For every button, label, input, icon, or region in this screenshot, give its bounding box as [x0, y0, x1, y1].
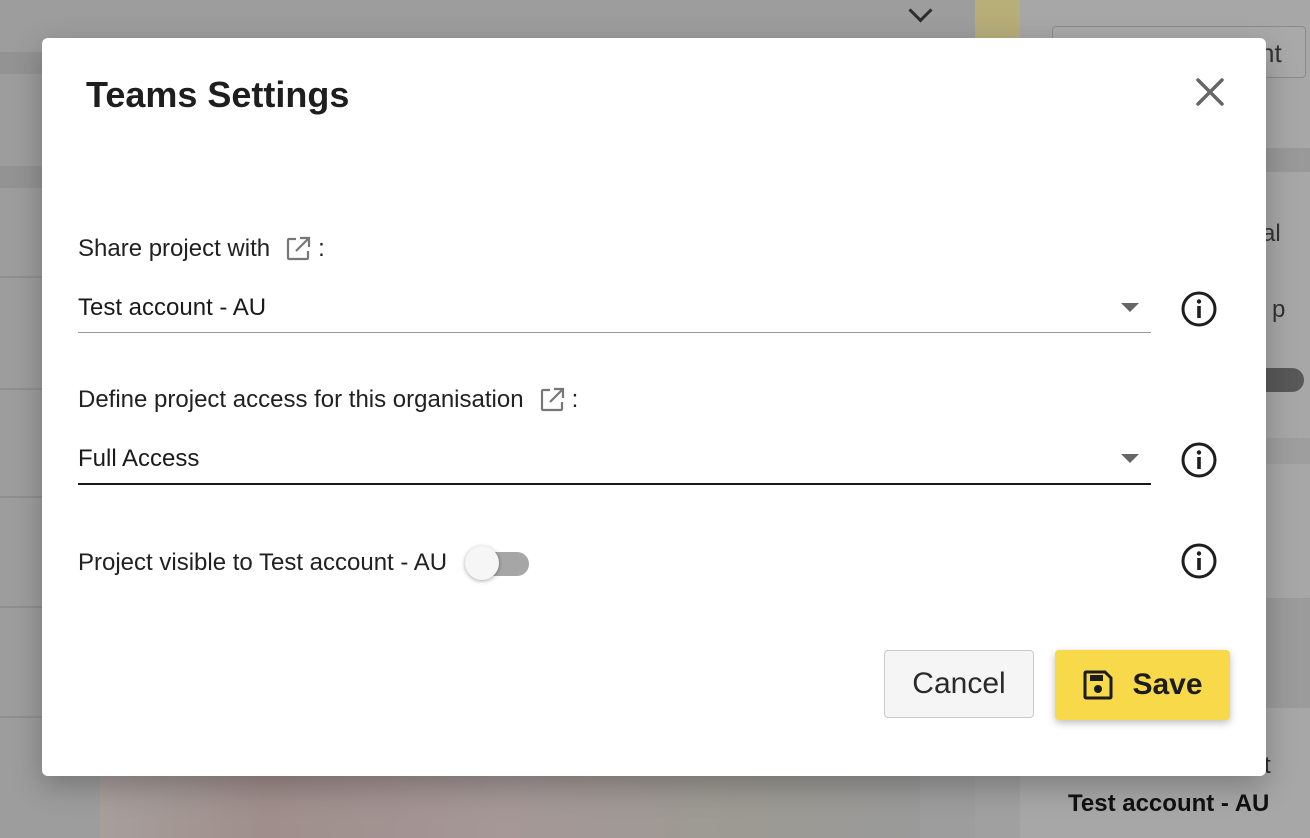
share-project-select[interactable]: Test account - AU [78, 286, 1151, 333]
project-access-label: Define project access for this organisat… [78, 386, 578, 414]
label-colon: : [571, 386, 579, 413]
background-org-name: Test account - AU [1068, 790, 1270, 817]
project-access-value: Full Access [78, 445, 200, 472]
dropdown-arrow-icon [1121, 454, 1139, 463]
background-bar [1262, 438, 1310, 464]
save-button-label: Save [1132, 668, 1203, 701]
info-icon[interactable] [1180, 542, 1218, 580]
share-project-value: Test account - AU [78, 294, 267, 321]
cancel-button[interactable]: Cancel [884, 650, 1034, 718]
teams-settings-dialog: Teams Settings Share project with : Test… [42, 38, 1266, 776]
background-image [100, 770, 920, 838]
info-icon[interactable] [1180, 290, 1218, 328]
dialog-title: Teams Settings [86, 74, 350, 115]
project-access-select[interactable]: Full Access [78, 437, 1151, 485]
save-button[interactable]: Save [1055, 650, 1230, 720]
external-link-icon[interactable] [538, 386, 566, 414]
external-link-icon[interactable] [284, 235, 312, 263]
share-project-label-text: Share project with [78, 235, 271, 262]
dropdown-arrow-icon [1121, 303, 1139, 312]
info-icon[interactable] [1180, 441, 1218, 479]
share-project-label: Share project with : [78, 235, 325, 263]
toggle-knob [465, 546, 500, 580]
project-visible-row: Project visible to Test account - AU [78, 545, 530, 581]
project-access-label-text: Define project access for this organisat… [78, 386, 524, 413]
save-icon [1082, 669, 1114, 701]
close-icon[interactable] [1190, 72, 1230, 112]
project-visible-toggle[interactable] [465, 545, 530, 581]
label-colon: : [318, 235, 325, 262]
project-visible-label: Project visible to Test account - AU [78, 549, 448, 576]
